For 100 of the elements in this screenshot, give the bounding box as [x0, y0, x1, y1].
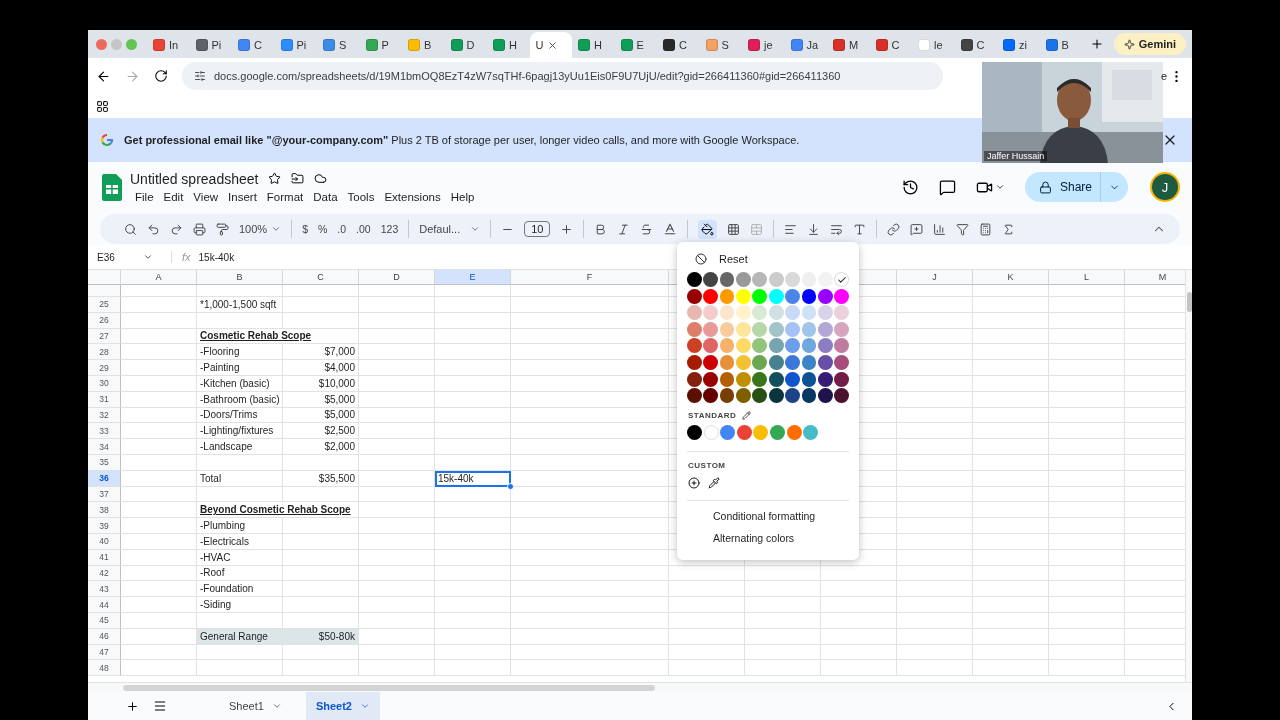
browser-tab[interactable]: C — [657, 32, 700, 58]
browser-tab[interactable]: C — [954, 32, 997, 58]
column-header[interactable]: E — [435, 270, 511, 285]
browser-tab[interactable]: zi — [997, 32, 1040, 58]
participant-name: Jaffer Hussain — [984, 151, 1048, 161]
selected-cell[interactable]: 15k-40k — [435, 470, 511, 487]
cell-text: $7,000 — [324, 346, 355, 358]
chip-text[interactable]: e — [1160, 70, 1167, 82]
section-heading: Cosmetic Rehab Scope — [200, 330, 312, 342]
menu-item[interactable]: Edit — [158, 189, 189, 204]
menu-item[interactable]: Extensions — [379, 189, 446, 204]
cell-text: -Doors/Trims — [200, 409, 258, 421]
cell-text: $5,000 — [324, 393, 355, 405]
row-number[interactable]: 34 — [88, 439, 121, 455]
menu-item[interactable]: Data — [308, 189, 343, 204]
column-header[interactable]: F — [511, 270, 669, 285]
currency-format[interactable]: $ — [302, 223, 308, 235]
browser-tab[interactable]: U — [529, 32, 572, 58]
formula-field[interactable]: 15k-40k — [198, 251, 235, 263]
column-header[interactable]: C — [283, 270, 359, 285]
browser-tab[interactable]: Ja — [784, 32, 827, 58]
browser-tab[interactable]: S — [699, 32, 742, 58]
column-header[interactable]: A — [121, 270, 197, 285]
browser-tab[interactable]: M — [827, 32, 870, 58]
column-header[interactable]: D — [359, 270, 435, 285]
cell-text: -Roof — [200, 567, 225, 579]
menu-option[interactable]: Conditional formatting — [687, 505, 849, 528]
reset-option[interactable]: Reset — [719, 253, 748, 265]
browser-tab[interactable]: je — [742, 32, 785, 58]
gemini-button[interactable]: Gemini — [1113, 33, 1186, 55]
avatar[interactable]: J — [1152, 174, 1178, 200]
sheet-tab[interactable]: Sheet2 — [305, 692, 380, 720]
menu-item[interactable]: Insert — [223, 189, 262, 204]
cell-text: -Electricals — [200, 535, 249, 547]
row-number[interactable]: 25 — [88, 297, 121, 313]
cell-text: $5,000 — [324, 409, 355, 421]
share-button[interactable]: Share — [1024, 172, 1128, 202]
row-number[interactable]: 28 — [88, 344, 121, 361]
cell-text: -Siding — [200, 599, 232, 611]
browser-tab[interactable]: E — [614, 32, 657, 58]
cell-text: $4,000 — [324, 362, 355, 374]
menu-item[interactable]: View — [188, 189, 224, 204]
increase-decimals[interactable]: .00 — [356, 223, 371, 235]
browser-tab[interactable]: S — [317, 32, 360, 58]
cell-text: -Lighting/fixtures — [200, 425, 274, 437]
address-field[interactable]: docs.google.com/spreadsheets/d/19M1bmOQ8EzT4zW7sqTHf-6pagj13yUu1Eis0F9U7UjU/edit?gid=266411360#gid=266411360 — [182, 62, 943, 90]
section-label: STANDARD — [688, 410, 737, 420]
browser-tab[interactable]: P — [359, 32, 402, 58]
browser-tab[interactable]: H — [487, 32, 530, 58]
cell-text: $35,500 — [318, 472, 355, 484]
font-dropdown[interactable]: Defaul... — [419, 223, 481, 235]
zoom-dropdown[interactable]: 100% — [239, 223, 282, 235]
section-label: CUSTOM — [688, 461, 726, 471]
column-header[interactable]: K — [973, 270, 1049, 285]
browser-tab[interactable]: B — [402, 32, 445, 58]
cell-text: -Painting — [200, 362, 240, 374]
cell-text: $10,000 — [318, 377, 355, 389]
menu-item[interactable]: Tools — [342, 189, 380, 204]
name-box[interactable]: E36 — [97, 251, 157, 263]
decrease-decimals[interactable]: .0 — [337, 223, 347, 235]
browser-tab[interactable]: B — [1039, 32, 1082, 58]
column-header[interactable]: M — [1125, 270, 1185, 285]
menu-item[interactable]: Help — [445, 189, 480, 204]
row-number[interactable]: 48 — [88, 660, 121, 677]
menu-item[interactable]: Format — [261, 189, 309, 204]
browser-tab[interactable]: le — [912, 32, 955, 58]
cell-text: -Landscape — [200, 441, 253, 453]
browser-tab[interactable]: H — [572, 32, 615, 58]
row-number[interactable]: 39 — [88, 518, 121, 534]
column-header[interactable]: L — [1049, 270, 1125, 285]
menu-item[interactable]: File — [130, 189, 159, 204]
font-size-field[interactable]: 10 — [524, 221, 551, 237]
browser-tab[interactable]: C — [869, 32, 912, 58]
browser-tab[interactable]: Pi — [189, 32, 232, 58]
browser-tab[interactable]: D — [444, 32, 487, 58]
column-header[interactable]: B — [197, 270, 283, 285]
sheet-tab[interactable]: Sheet1 — [219, 692, 292, 720]
row-number[interactable]: 38 — [88, 502, 121, 519]
cell-text: -Bathroom (basic) — [200, 393, 280, 405]
document-title[interactable]: Untitled spreadsheet — [130, 170, 259, 187]
row-number[interactable]: 29 — [88, 360, 121, 376]
cell-text: $2,000 — [324, 441, 355, 453]
cell-text: -Flooring — [200, 346, 240, 358]
column-header[interactable]: J — [897, 270, 973, 285]
browser-tab[interactable]: In — [147, 32, 190, 58]
row-number[interactable]: 43 — [88, 581, 121, 598]
percent-format[interactable]: % — [318, 223, 328, 235]
fx-label: fx — [171, 251, 191, 263]
row-number[interactable]: 44 — [88, 597, 121, 613]
browser-tab[interactable]: Pi — [274, 32, 317, 58]
cell-text: -HVAC — [200, 551, 231, 563]
cell-text: $50-80k — [318, 630, 355, 642]
number-format[interactable]: 123 — [380, 223, 399, 235]
browser-tab[interactable]: C — [232, 32, 275, 58]
menu-option[interactable]: Alternating colors — [687, 527, 849, 550]
cell-text: *1,000-1,500 sqft — [200, 298, 277, 310]
section-heading: Beyond Cosmetic Rehab Scope — [200, 504, 351, 516]
cell-text: -Plumbing — [200, 520, 246, 532]
cell-text: $2,500 — [324, 425, 355, 437]
row-number[interactable]: 33 — [88, 423, 121, 440]
